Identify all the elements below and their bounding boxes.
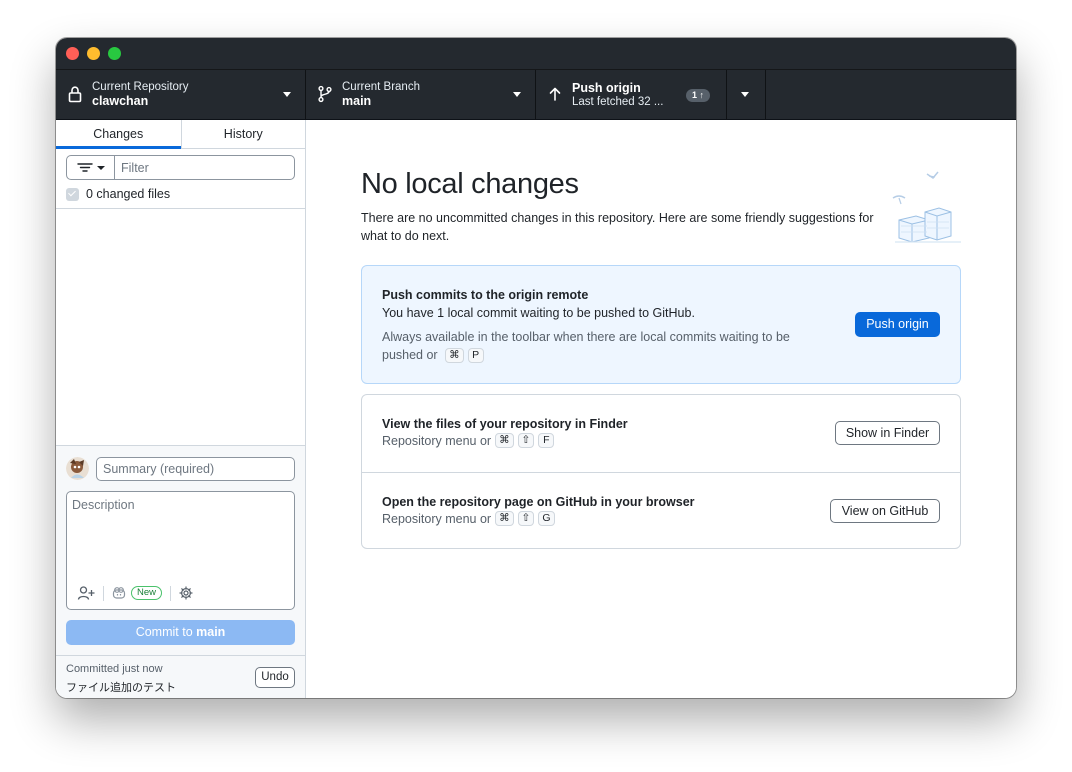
minimize-window-button[interactable]: [87, 47, 100, 60]
last-fetched-label: Last fetched 32 ...: [572, 96, 664, 108]
commit-button-label: Commit to: [135, 625, 197, 639]
current-repository-button[interactable]: Current Repository clawchan: [56, 70, 306, 120]
push-options-dropdown[interactable]: [727, 70, 766, 120]
chevron-down-icon: [513, 92, 521, 97]
p-key: P: [467, 348, 484, 364]
shift-key: ⇧: [517, 433, 535, 448]
current-repository-label: Current Repository: [92, 81, 189, 93]
title-bar: [56, 38, 1016, 70]
finder-card-hint-text: Repository menu or: [382, 433, 492, 448]
commit-summary-input[interactable]: [96, 457, 295, 481]
git-branch-icon: [318, 85, 332, 103]
push-card-title: Push commits to the origin remote: [382, 288, 589, 302]
push-origin-label: Push origin: [572, 81, 641, 95]
arrow-up-icon: [549, 87, 561, 101]
zoom-window-button[interactable]: [108, 47, 121, 60]
app-window: Current Repository clawchan Current Bran…: [56, 38, 1016, 698]
last-commit-time: Committed just now: [66, 663, 163, 675]
github-card-hint: Repository menu or ⌘ ⇧ G: [382, 511, 555, 526]
main-panel: No local changes There are no uncommitte…: [306, 120, 1016, 698]
current-repository-value: clawchan: [92, 94, 149, 108]
current-branch-value: main: [342, 94, 372, 108]
empty-state-illustration: [892, 171, 961, 243]
tab-history[interactable]: History: [180, 120, 306, 148]
commit-description-input[interactable]: [72, 498, 287, 573]
push-origin-button[interactable]: Push origin Last fetched 32 ... 1 ↑: [536, 70, 727, 120]
select-all-checkbox[interactable]: [66, 187, 79, 201]
push-suggestion-card: Push commits to the origin remote You ha…: [361, 265, 961, 384]
sidebar-tabs: Changes History: [56, 120, 305, 149]
last-commit-message: ファイル追加のテスト: [66, 682, 176, 694]
filter-options-button[interactable]: [67, 156, 115, 179]
divider: [103, 585, 104, 601]
last-commit-panel: Committed just now ファイル追加のテスト Undo: [56, 655, 305, 698]
new-feature-badge: New: [131, 586, 163, 600]
changed-files-count: 0 changed files: [86, 187, 171, 201]
show-in-finder-button[interactable]: Show in Finder: [835, 421, 940, 445]
copilot-icon[interactable]: [112, 586, 126, 600]
github-card-hint-text: Repository menu or: [382, 511, 492, 526]
divider: [170, 585, 172, 601]
command-key: ⌘: [445, 348, 464, 364]
finder-card-title: View the files of your repository in Fin…: [382, 417, 628, 431]
finder-card-hint: Repository menu or ⌘ ⇧ F: [382, 433, 555, 448]
commit-form: New Commit to main: [56, 445, 305, 655]
changed-files-row: 0 changed files: [66, 186, 170, 202]
github-card-title: Open the repository page on GitHub in yo…: [382, 495, 695, 509]
filter-icon: [77, 163, 105, 172]
avatar: [66, 457, 89, 480]
push-origin-card-button[interactable]: Push origin: [855, 312, 940, 337]
page-title: No local changes: [361, 168, 579, 200]
github-suggestion: Open the repository page on GitHub in yo…: [362, 472, 960, 549]
view-on-github-button[interactable]: View on GitHub: [830, 499, 940, 523]
sidebar: Changes History 0 changed files: [56, 120, 306, 698]
commit-button[interactable]: Commit to main: [66, 620, 295, 645]
current-branch-label: Current Branch: [342, 81, 420, 93]
chevron-down-icon: [741, 92, 749, 97]
close-window-button[interactable]: [66, 47, 79, 60]
current-branch-button[interactable]: Current Branch main: [306, 70, 536, 120]
description-toolbar: New: [77, 584, 193, 602]
chevron-down-icon: [283, 92, 291, 97]
f-key: F: [538, 433, 555, 448]
push-card-hint: Always available in the toolbar when the…: [382, 328, 812, 364]
shift-key: ⇧: [517, 511, 535, 526]
gear-icon[interactable]: [179, 586, 193, 600]
command-key: ⌘: [495, 433, 514, 448]
suggestions-card: View the files of your repository in Fin…: [361, 394, 961, 549]
divider: [56, 208, 305, 209]
command-key: ⌘: [495, 511, 514, 526]
toolbar: Current Repository clawchan Current Bran…: [56, 70, 1016, 120]
push-card-hint-text: Always available in the toolbar when the…: [382, 330, 790, 362]
person-add-icon[interactable]: [77, 585, 95, 601]
filter-bar: [66, 155, 295, 180]
tab-changes[interactable]: Changes: [56, 120, 181, 149]
ahead-count-badge: 1 ↑: [686, 89, 711, 102]
push-card-subtitle: You have 1 local commit waiting to be pu…: [382, 306, 695, 320]
finder-suggestion: View the files of your repository in Fin…: [362, 395, 960, 472]
commit-description-box: New: [66, 491, 295, 610]
page-description: There are no uncommitted changes in this…: [361, 211, 874, 243]
filter-input[interactable]: [115, 156, 294, 179]
g-key: G: [538, 511, 555, 526]
commit-branch-name: main: [196, 625, 226, 639]
lock-icon: [68, 86, 82, 103]
undo-button[interactable]: Undo: [255, 667, 295, 688]
